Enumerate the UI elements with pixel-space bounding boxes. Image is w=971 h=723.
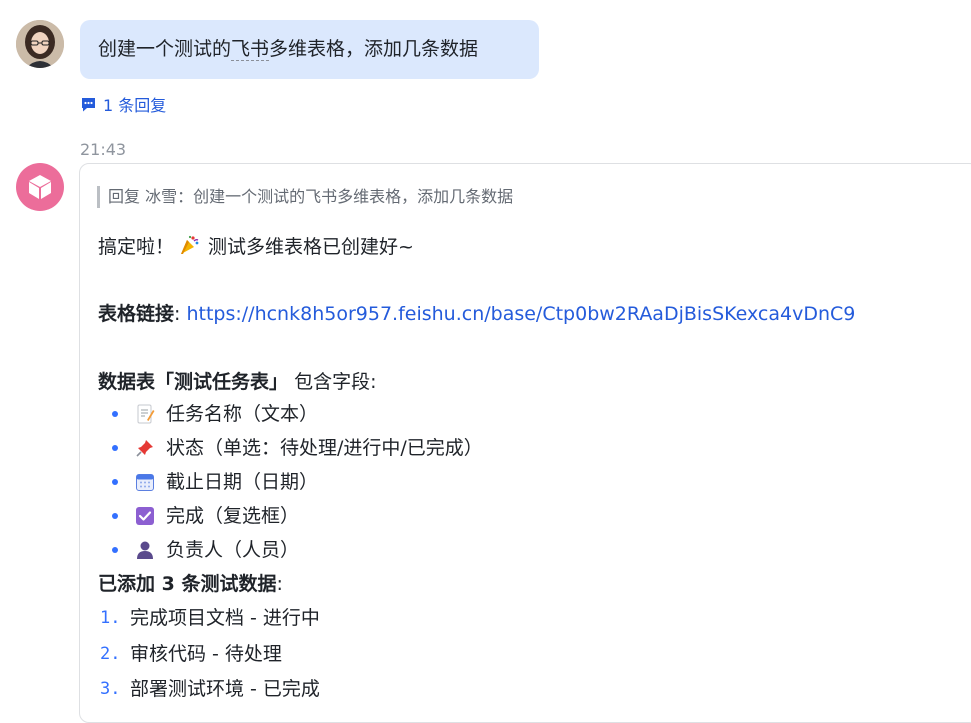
table-link-colon: : bbox=[174, 303, 181, 325]
greeting-line: 搞定啦！ 测试多维表格已创建好~ bbox=[98, 234, 414, 260]
user-message-bubble: 创建一个测试的飞书多维表格，添加几条数据 bbox=[80, 20, 539, 79]
field-bullet bbox=[112, 513, 118, 519]
thread-reply-link[interactable]: 1 条回复 bbox=[80, 92, 166, 116]
pushpin-icon bbox=[134, 437, 156, 459]
record-number: 2. bbox=[100, 644, 121, 664]
bot-avatar[interactable] bbox=[16, 163, 64, 211]
table-link-url[interactable]: https://hcnk8h5or957.feishu.cn/base/Ctp0… bbox=[186, 303, 855, 325]
field-bullet bbox=[112, 411, 118, 417]
table-heading: 数据表「测试任务表」 bbox=[98, 371, 289, 393]
memo-icon bbox=[134, 403, 156, 425]
user-avatar[interactable] bbox=[16, 20, 64, 68]
comment-icon bbox=[82, 97, 95, 111]
record-item: 完成项目文档 - 进行中 bbox=[130, 607, 320, 629]
message-timestamp: 21:43 bbox=[80, 140, 127, 159]
field-item: 截止日期（日期） bbox=[166, 471, 319, 493]
user-message-text-end: 多维表格，添加几条数据 bbox=[269, 38, 479, 60]
person-icon bbox=[134, 539, 156, 561]
field-item: 完成（复选框） bbox=[166, 505, 300, 527]
reply-count-label: 1 条回复 bbox=[103, 96, 167, 115]
table-heading-line: 数据表「测试任务表」 包含字段: bbox=[98, 369, 376, 395]
record-number: 3. bbox=[100, 679, 121, 699]
record-item: 审核代码 - 待处理 bbox=[130, 643, 282, 665]
field-bullet bbox=[112, 479, 118, 485]
records-heading-line: 已添加 3 条测试数据: bbox=[98, 571, 283, 597]
field-bullet bbox=[112, 445, 118, 451]
user-message-text: 创建一个测试的 bbox=[98, 38, 232, 60]
party-popper-icon bbox=[178, 234, 202, 256]
checkbox-icon bbox=[134, 505, 156, 527]
cube-icon bbox=[29, 175, 51, 199]
field-item: 任务名称（文本） bbox=[166, 403, 319, 425]
records-heading: 已添加 3 条测试数据 bbox=[98, 573, 277, 595]
table-heading-after: 包含字段: bbox=[294, 371, 377, 393]
table-link-line: 表格链接: https://hcnk8h5or957.feishu.cn/bas… bbox=[98, 301, 855, 327]
records-heading-colon: : bbox=[276, 573, 283, 595]
table-link-label: 表格链接 bbox=[98, 303, 175, 325]
record-number: 1. bbox=[100, 608, 121, 628]
greeting-text: 搞定啦！ bbox=[98, 236, 175, 258]
user-message-highlight: 飞书 bbox=[231, 38, 270, 61]
reply-quote: 回复 冰雪：创建一个测试的飞书多维表格，添加几条数据 bbox=[97, 186, 513, 208]
field-item: 状态（单选：待处理/进行中/已完成） bbox=[166, 437, 483, 459]
record-item: 部署测试环境 - 已完成 bbox=[130, 678, 320, 700]
calendar-icon bbox=[134, 471, 156, 493]
field-bullet bbox=[112, 547, 118, 553]
greeting-after-text: 测试多维表格已创建好~ bbox=[208, 236, 414, 258]
field-item: 负责人（人员） bbox=[166, 539, 300, 561]
